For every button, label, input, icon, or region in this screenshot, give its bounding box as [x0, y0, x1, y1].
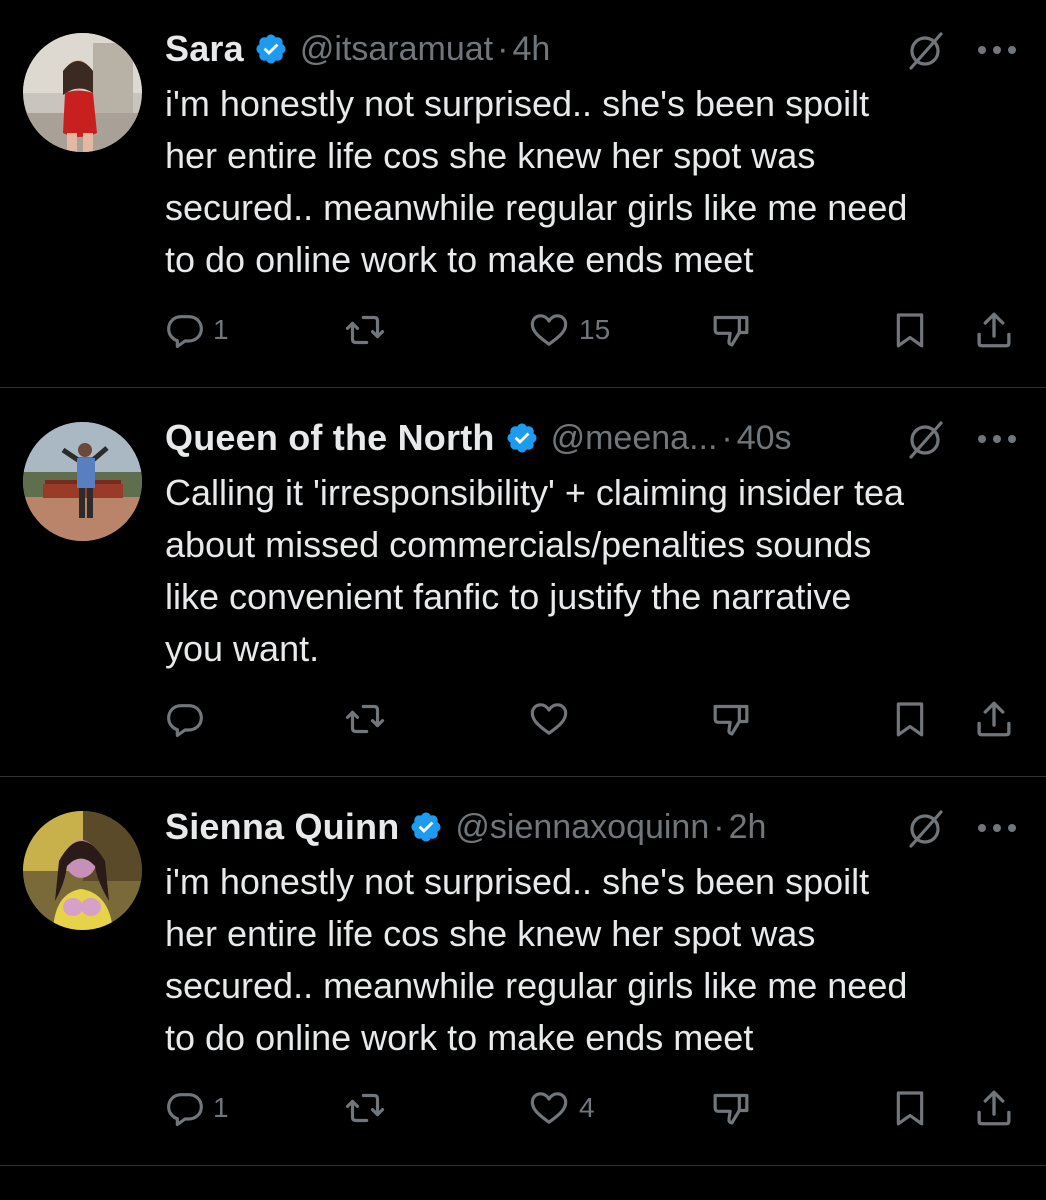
- tweet-text: i'm honestly not surprised.. she's been …: [165, 861, 908, 1058]
- divider: [0, 776, 1046, 777]
- verified-badge-icon: [411, 812, 441, 842]
- more-icon[interactable]: [976, 433, 1018, 445]
- tweet[interactable]: Sara @itsaramuat · 4h i'm honestly not s…: [0, 0, 1046, 388]
- display-name[interactable]: Sienna Quinn: [165, 806, 399, 848]
- divider: [0, 1165, 1046, 1166]
- dislike-icon: [713, 315, 749, 347]
- reply-count: 1: [213, 314, 229, 345]
- avatar[interactable]: [23, 33, 142, 152]
- grok-icon[interactable]: [905, 808, 945, 848]
- retweet-icon: [345, 315, 385, 345]
- like-count: 15: [579, 314, 611, 345]
- like-icon: [530, 314, 568, 346]
- like-button[interactable]: 4: [527, 1086, 595, 1130]
- grok-icon[interactable]: [905, 30, 945, 70]
- reply-count: 1: [213, 1092, 229, 1123]
- retweet-icon: [345, 704, 385, 734]
- tweet[interactable]: Queen of the North @meena... · 40s Calli…: [0, 389, 1046, 777]
- avatar[interactable]: [23, 811, 142, 930]
- reply-icon: [167, 315, 203, 349]
- divider: [0, 387, 1046, 388]
- separator-dot: ·: [721, 418, 733, 457]
- retweet-button[interactable]: [343, 697, 395, 741]
- grok-icon[interactable]: [905, 419, 945, 459]
- avatar[interactable]: [23, 422, 142, 541]
- tweet-actions: 1 4: [0, 1086, 1046, 1130]
- dislike-icon: [713, 704, 749, 736]
- retweet-button[interactable]: [343, 308, 395, 352]
- like-button[interactable]: 15: [527, 308, 610, 352]
- more-icon[interactable]: [976, 822, 1018, 834]
- dislike-button[interactable]: [709, 308, 753, 352]
- like-button[interactable]: [527, 697, 579, 741]
- reply-button[interactable]: 1: [165, 1086, 229, 1130]
- dislike-button[interactable]: [709, 697, 753, 741]
- reply-button[interactable]: 1: [165, 308, 229, 352]
- share-button[interactable]: [973, 308, 1015, 352]
- share-button[interactable]: [973, 697, 1015, 741]
- separator-dot: ·: [713, 807, 725, 846]
- bookmark-icon: [896, 313, 924, 348]
- display-name[interactable]: Queen of the North: [165, 417, 495, 459]
- timeline-feed: Sara @itsaramuat · 4h i'm honestly not s…: [0, 0, 1046, 1200]
- handle[interactable]: @siennaxoquinn: [455, 808, 709, 847]
- tweet-actions: [0, 697, 1046, 741]
- display-name[interactable]: Sara: [165, 28, 244, 70]
- handle[interactable]: @itsaramuat: [300, 30, 493, 69]
- like-icon: [530, 703, 568, 735]
- bookmark-icon: [896, 702, 924, 737]
- handle[interactable]: @meena...: [551, 419, 718, 458]
- reply-icon: [167, 704, 203, 738]
- retweet-button[interactable]: [343, 1086, 395, 1130]
- verified-badge-icon: [507, 423, 537, 453]
- bookmark-icon: [896, 1091, 924, 1126]
- share-button[interactable]: [973, 1086, 1015, 1130]
- like-icon: [530, 1092, 568, 1124]
- share-icon: [977, 701, 1011, 737]
- dislike-icon: [713, 1093, 749, 1125]
- like-count: 4: [579, 1092, 595, 1123]
- timestamp[interactable]: 4h: [512, 30, 550, 69]
- reply-icon: [167, 1093, 203, 1127]
- timestamp[interactable]: 40s: [737, 419, 792, 458]
- bookmark-button[interactable]: [890, 697, 930, 741]
- reply-button[interactable]: [165, 697, 213, 741]
- bookmark-button[interactable]: [890, 308, 930, 352]
- tweet-actions: 1 15: [0, 308, 1046, 352]
- separator-dot: ·: [497, 29, 509, 68]
- timestamp[interactable]: 2h: [729, 808, 767, 847]
- tweet-text: i'm honestly not surprised.. she's been …: [165, 83, 908, 280]
- share-icon: [977, 312, 1011, 348]
- dislike-button[interactable]: [709, 1086, 753, 1130]
- retweet-icon: [345, 1093, 385, 1123]
- verified-badge-icon: [256, 34, 286, 64]
- share-icon: [977, 1090, 1011, 1126]
- bookmark-button[interactable]: [890, 1086, 930, 1130]
- tweet[interactable]: Sienna Quinn @siennaxoquinn · 2h i'm hon…: [0, 778, 1046, 1166]
- tweet-text: Calling it 'irresponsibility' + claiming…: [165, 472, 905, 669]
- more-icon[interactable]: [976, 44, 1018, 56]
